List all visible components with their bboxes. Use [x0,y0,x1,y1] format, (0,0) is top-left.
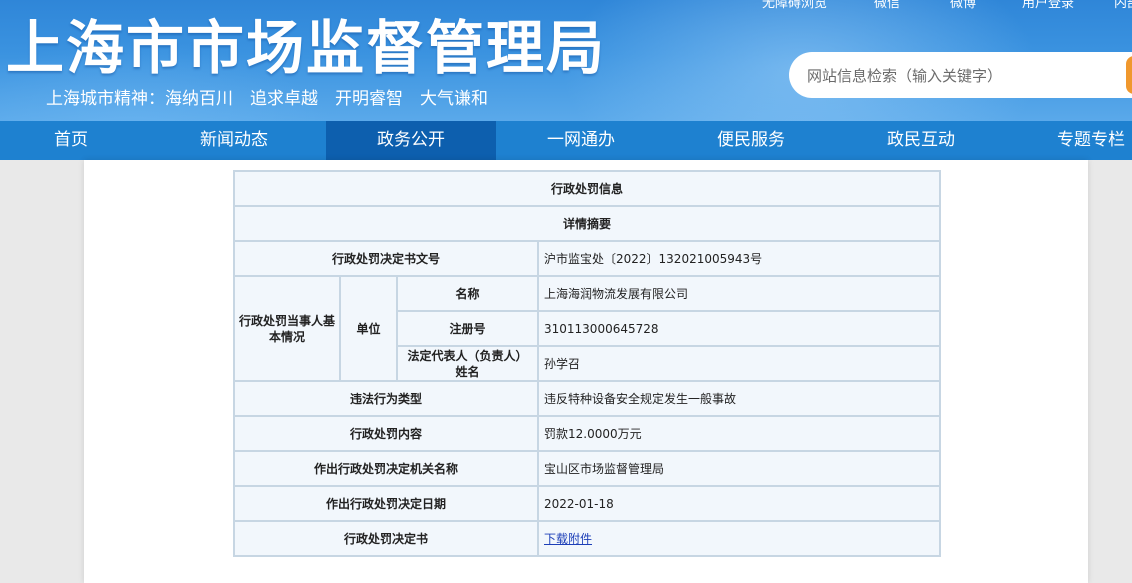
nav-special-topics[interactable]: 专题专栏 [1006,121,1132,160]
decision-doc-label: 行政处罚决定书 [233,520,539,557]
decision-doc-cell: 下载附件 [536,520,942,557]
reg-number-value: 310113000645728 [536,310,942,347]
table-row: 作出行政处罚决定日期 2022-01-18 [233,485,942,522]
table-row: 行政处罚内容 罚款12.0000万元 [233,415,942,452]
table-row: 违法行为类型 违反特种设备安全规定发生一般事故 [233,380,942,417]
top-links: 无障碍浏览 微信 微博 用户登录 内部 [740,0,1132,14]
violation-type-label: 违法行为类型 [233,380,539,417]
summary-heading: 详情摘要 [232,205,942,242]
accessibility-link[interactable]: 无障碍浏览 [762,0,827,14]
download-attachment-link[interactable]: 下载附件 [544,532,592,546]
nav-home[interactable]: 首页 [0,121,142,160]
party-label: 行政处罚当事人基本情况 [233,275,341,382]
city-slogan: 上海城市精神：海纳百川 追求卓越 开明睿智 大气谦和 [46,89,488,109]
doc-number-label: 行政处罚决定书文号 [233,240,539,277]
user-login-link[interactable]: 用户登录 [1022,0,1074,14]
penalty-content-label: 行政处罚内容 [233,415,539,452]
decision-date-value: 2022-01-18 [536,485,942,522]
nav-news[interactable]: 新闻动态 [142,121,326,160]
table-title: 行政处罚信息 [232,170,942,207]
name-label: 名称 [396,275,539,312]
penalty-info-table: 行政处罚信息 详情摘要 行政处罚决定书文号 沪市监宝处〔2022〕1320210… [232,170,942,557]
violation-type-value: 违反特种设备安全规定发生一般事故 [536,380,942,417]
table-row: 详情摘要 [232,205,942,242]
internal-link[interactable]: 内部 [1114,0,1132,14]
legal-rep-value: 孙学召 [536,345,942,382]
penalty-content-value: 罚款12.0000万元 [536,415,942,452]
main-nav: 首页 新闻动态 政务公开 一网通办 便民服务 政民互动 专题专栏 [0,121,1132,160]
table-row: 行政处罚信息 [232,170,942,207]
authority-label: 作出行政处罚决定机关名称 [233,450,539,487]
reg-number-label: 注册号 [396,310,539,347]
table-row: 作出行政处罚决定机关名称 宝山区市场监督管理局 [233,450,942,487]
table-row: 行政处罚当事人基本情况 单位 名称 上海海润物流发展有限公司 [233,275,942,382]
party-type: 单位 [339,275,398,382]
legal-rep-label: 法定代表人（负责人）姓名 [396,345,539,382]
search-input[interactable] [805,52,1129,100]
table-row: 行政处罚决定书文号 沪市监宝处〔2022〕132021005943号 [233,240,942,277]
content-panel: 行政处罚信息 详情摘要 行政处罚决定书文号 沪市监宝处〔2022〕1320210… [84,160,1088,583]
doc-number-value: 沪市监宝处〔2022〕132021005943号 [536,240,942,277]
weibo-link[interactable]: 微博 [950,0,976,14]
search-box [789,52,1132,100]
nav-public-services[interactable]: 便民服务 [666,121,836,160]
site-header: 无障碍浏览 微信 微博 用户登录 内部 上海市市场监督管理局 上海城市精神：海纳… [0,0,1132,121]
nav-one-stop[interactable]: 一网通办 [496,121,666,160]
table-row: 行政处罚决定书 下载附件 [233,520,942,557]
wechat-link[interactable]: 微信 [874,0,900,14]
decision-date-label: 作出行政处罚决定日期 [233,485,539,522]
search-button[interactable] [1126,56,1132,94]
site-title: 上海市市场监督管理局 [6,14,607,82]
authority-value: 宝山区市场监督管理局 [536,450,942,487]
name-value: 上海海润物流发展有限公司 [536,275,942,312]
nav-government-affairs[interactable]: 政务公开 [326,121,496,160]
nav-interaction[interactable]: 政民互动 [836,121,1006,160]
